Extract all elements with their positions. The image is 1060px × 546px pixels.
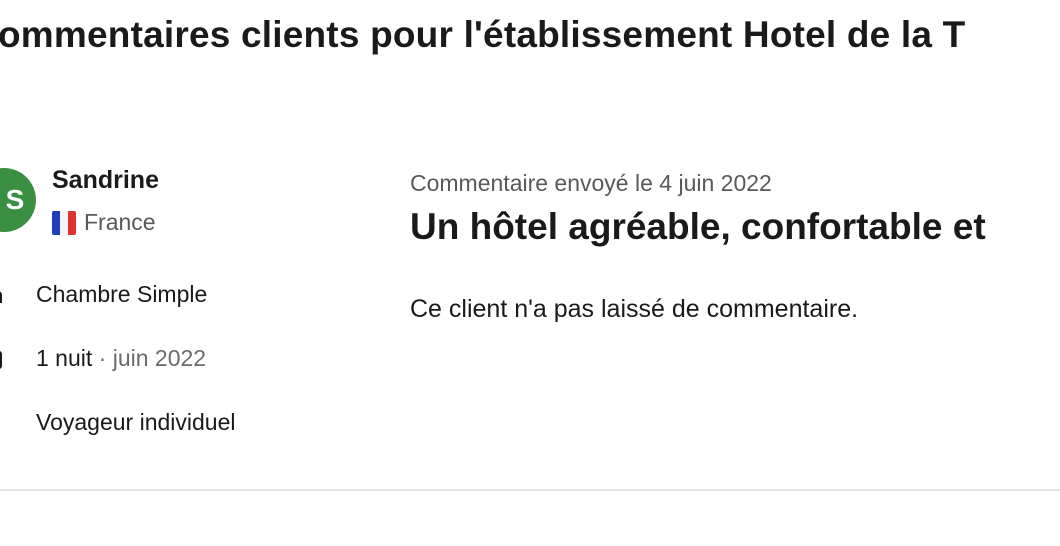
stay-date: juin 2022 [112, 345, 207, 371]
room-type-label: Chambre Simple [36, 281, 208, 307]
divider [0, 489, 1060, 491]
room-type-row: Chambre Simple [0, 281, 207, 308]
review-body: Ce client n'a pas laissé de commentaire. [410, 295, 859, 323]
france-flag-icon [52, 210, 76, 235]
avatar-initial: S [5, 184, 25, 215]
stay-row: 1 nuit · juin 2022 [0, 345, 206, 372]
review-date: Commentaire envoyé le 4 juin 2022 [410, 170, 772, 196]
country-label: France [84, 209, 156, 235]
reviewer-name: Sandrine [52, 166, 159, 194]
reviewer-country: France [52, 209, 156, 236]
bed-icon [0, 283, 4, 307]
traveler-type-label: Voyageur individuel [36, 409, 236, 435]
review-title: Un hôtel agréable, confortable et [410, 206, 986, 247]
stay-separator: · [92, 345, 113, 371]
page-title: ommentaires clients pour l'établissement… [0, 14, 966, 55]
traveler-type-row: Voyageur individuel [36, 409, 235, 436]
avatar: S [0, 168, 36, 232]
stay-nights: 1 nuit [36, 345, 93, 371]
calendar-icon [0, 347, 4, 371]
